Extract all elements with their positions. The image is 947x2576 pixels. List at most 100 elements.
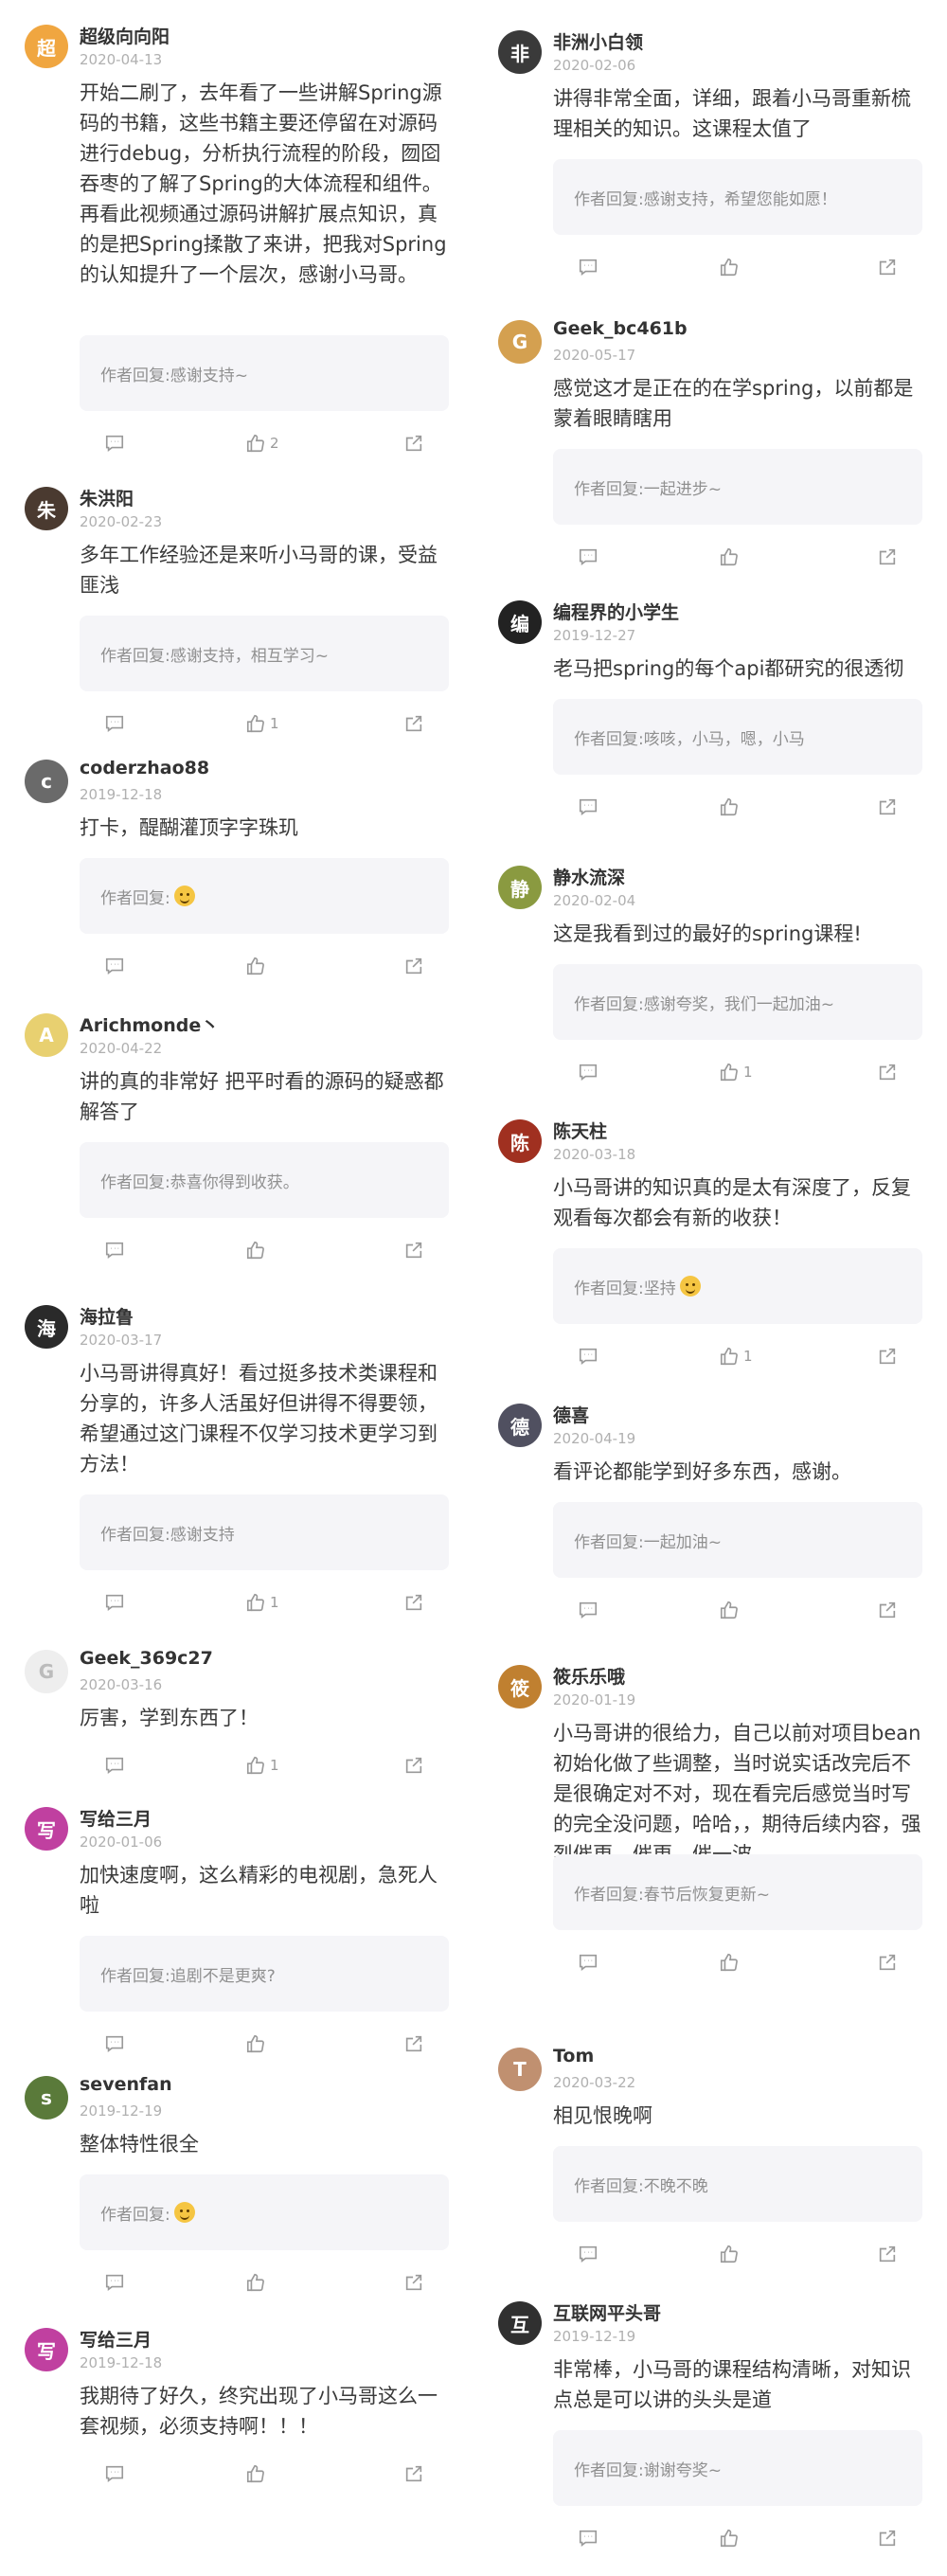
- share-icon[interactable]: [403, 2460, 424, 2487]
- user-name[interactable]: Tom: [553, 2046, 594, 2066]
- user-name[interactable]: 陈天柱: [553, 1118, 607, 1143]
- like-button[interactable]: [245, 953, 270, 979]
- comment-icon[interactable]: [104, 2030, 125, 2057]
- avatar[interactable]: A: [25, 1013, 68, 1057]
- comment-date: 2020-02-04: [553, 892, 636, 909]
- share-icon[interactable]: [877, 2241, 898, 2267]
- user-name[interactable]: 写给三月: [80, 1805, 152, 1831]
- user-name[interactable]: 海拉鲁: [80, 1303, 134, 1329]
- like-button[interactable]: [719, 1949, 743, 1976]
- user-name[interactable]: 非洲小白领: [553, 28, 643, 54]
- comment-icon[interactable]: [578, 794, 599, 820]
- share-icon[interactable]: [877, 1343, 898, 1369]
- like-button[interactable]: [245, 2460, 270, 2487]
- like-button[interactable]: [245, 2269, 270, 2296]
- like-button[interactable]: [719, 2525, 743, 2551]
- author-reply: 作者回复: 感谢支持，相互学习~: [80, 616, 449, 691]
- avatar[interactable]: 德: [498, 1404, 542, 1447]
- user-name[interactable]: 德喜: [553, 1402, 589, 1427]
- like-button[interactable]: 2: [245, 430, 279, 456]
- reply-prefix: 作者回复:: [574, 1279, 644, 1298]
- share-icon[interactable]: [877, 1059, 898, 1085]
- comment-date: 2020-01-19: [553, 1691, 636, 1708]
- comment-icon[interactable]: [104, 710, 125, 737]
- avatar[interactable]: 写: [25, 2328, 68, 2371]
- share-icon[interactable]: [403, 1752, 424, 1779]
- reply-prefix: 作者回复:: [100, 1525, 170, 1545]
- share-icon[interactable]: [403, 2030, 424, 2057]
- comment-icon[interactable]: [578, 1597, 599, 1623]
- like-button[interactable]: 1: [719, 1059, 753, 1085]
- avatar[interactable]: 朱: [25, 487, 68, 530]
- comment-date: 2020-03-18: [553, 1146, 636, 1163]
- share-icon[interactable]: [877, 1949, 898, 1976]
- avatar[interactable]: T: [498, 2048, 542, 2091]
- share-icon[interactable]: [403, 710, 424, 737]
- user-name[interactable]: 编程界的小学生: [553, 599, 679, 624]
- user-name[interactable]: sevenfan: [80, 2074, 172, 2095]
- avatar[interactable]: 写: [25, 1807, 68, 1851]
- avatar[interactable]: 互: [498, 2301, 542, 2345]
- comment-icon[interactable]: [578, 1949, 599, 1976]
- comment-icon[interactable]: [104, 1752, 125, 1779]
- author-reply: 作者回复: 一起进步~: [553, 449, 922, 525]
- user-name[interactable]: Geek_bc461b: [553, 318, 688, 339]
- share-icon[interactable]: [877, 2525, 898, 2551]
- user-name[interactable]: 写给三月: [80, 2326, 152, 2352]
- avatar[interactable]: c: [25, 760, 68, 803]
- share-icon[interactable]: [403, 2269, 424, 2296]
- like-button[interactable]: [719, 794, 743, 820]
- comment-icon[interactable]: [104, 953, 125, 979]
- like-button[interactable]: [245, 1237, 270, 1263]
- like-button[interactable]: [719, 2241, 743, 2267]
- comment-icon[interactable]: [104, 2460, 125, 2487]
- comment-icon[interactable]: [104, 430, 125, 456]
- like-button[interactable]: 1: [245, 1589, 279, 1616]
- avatar[interactable]: 非: [498, 30, 542, 74]
- comment-icon[interactable]: [578, 254, 599, 280]
- user-name[interactable]: 朱洪阳: [80, 485, 134, 510]
- like-button[interactable]: [719, 544, 743, 570]
- share-icon[interactable]: [403, 430, 424, 456]
- share-icon[interactable]: [877, 1597, 898, 1623]
- user-name[interactable]: Geek_369c27: [80, 1648, 213, 1669]
- comment-icon[interactable]: [104, 1589, 125, 1616]
- comment-icon[interactable]: [578, 1343, 599, 1369]
- user-name[interactable]: 超级向向阳: [80, 23, 170, 48]
- comment-icon[interactable]: [578, 2241, 599, 2267]
- avatar[interactable]: 静: [498, 866, 542, 909]
- comment-text: 开始二刷了，去年看了一些讲解Spring源码的书籍，这些书籍主要还停留在对源码进…: [80, 81, 447, 286]
- like-button[interactable]: [245, 2030, 270, 2057]
- user-name[interactable]: Arichmonde丶: [80, 1011, 219, 1037]
- avatar[interactable]: G: [25, 1650, 68, 1693]
- action-bar: 1: [553, 1343, 922, 1369]
- like-button[interactable]: [719, 254, 743, 280]
- like-button[interactable]: 1: [245, 710, 279, 737]
- avatar[interactable]: s: [25, 2076, 68, 2120]
- user-name[interactable]: coderzhao88: [80, 758, 209, 778]
- avatar[interactable]: 陈: [498, 1119, 542, 1163]
- avatar[interactable]: 海: [25, 1305, 68, 1349]
- comment-icon[interactable]: [578, 544, 599, 570]
- like-button[interactable]: [719, 1597, 743, 1623]
- comment-icon[interactable]: [104, 2269, 125, 2296]
- comment-icon[interactable]: [578, 1059, 599, 1085]
- share-icon[interactable]: [877, 544, 898, 570]
- user-name[interactable]: 互联网平头哥: [553, 2299, 661, 2325]
- avatar[interactable]: G: [498, 320, 542, 364]
- avatar[interactable]: 超: [25, 25, 68, 68]
- user-name[interactable]: 静水流深: [553, 864, 625, 889]
- share-icon[interactable]: [877, 254, 898, 280]
- share-icon[interactable]: [403, 1237, 424, 1263]
- share-icon[interactable]: [877, 794, 898, 820]
- avatar[interactable]: 筱: [498, 1665, 542, 1708]
- like-button[interactable]: 1: [719, 1343, 753, 1369]
- avatar[interactable]: 编: [498, 600, 542, 644]
- user-name[interactable]: 筱乐乐哦: [553, 1663, 625, 1689]
- comment-text: 加快速度啊，这么精彩的电视剧，急死人啦: [80, 1864, 438, 1917]
- like-button[interactable]: 1: [245, 1752, 279, 1779]
- comment-icon[interactable]: [104, 1237, 125, 1263]
- comment-icon[interactable]: [578, 2525, 599, 2551]
- share-icon[interactable]: [403, 953, 424, 979]
- share-icon[interactable]: [403, 1589, 424, 1616]
